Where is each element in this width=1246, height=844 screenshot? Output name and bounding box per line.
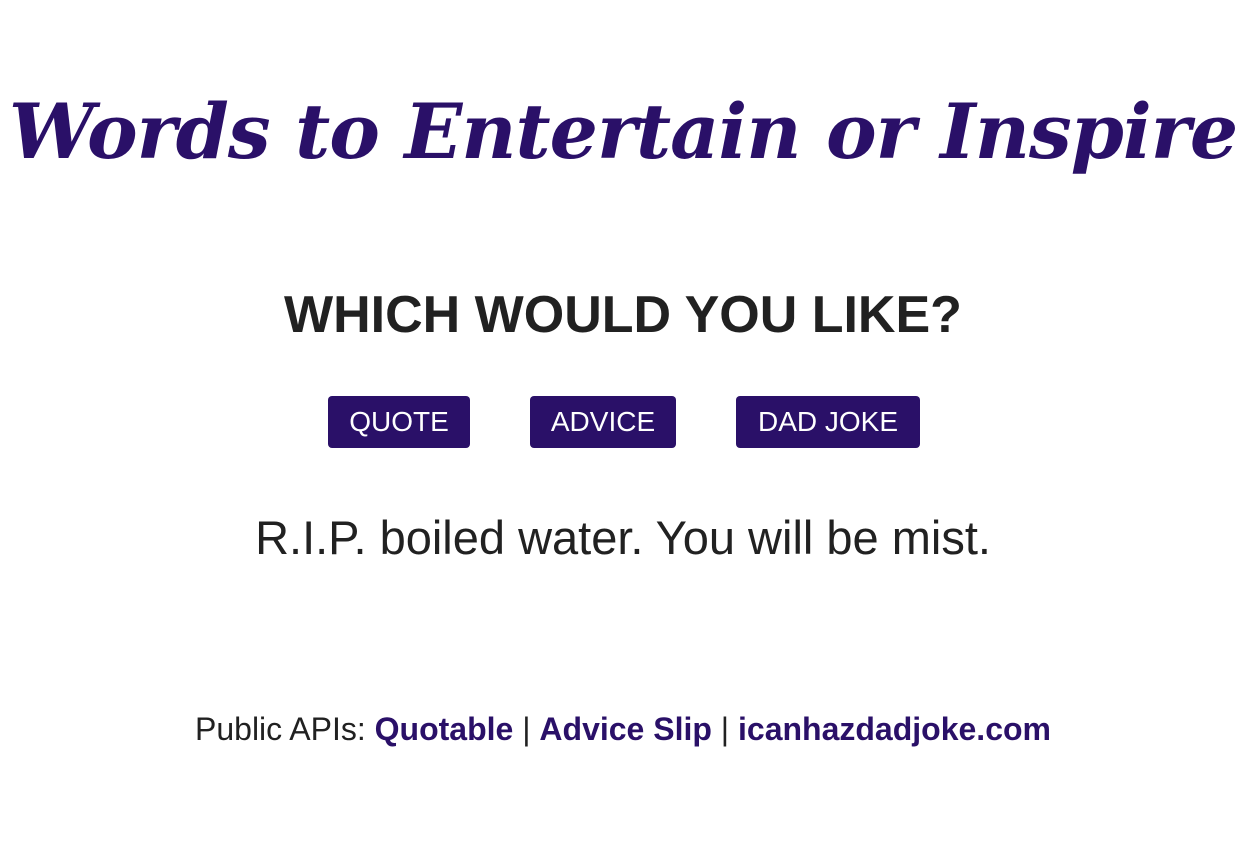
dad-joke-button[interactable]: DAD JOKE	[736, 396, 920, 448]
icanhazdadjoke-link[interactable]: icanhazdadjoke.com	[738, 711, 1051, 747]
footer-prefix: Public APIs:	[195, 711, 366, 747]
quotable-link[interactable]: Quotable	[375, 711, 514, 747]
footer-separator: |	[522, 711, 531, 747]
result-text: R.I.P. boiled water. You will be mist.	[255, 511, 991, 564]
quote-button[interactable]: QUOTE	[328, 396, 470, 448]
advice-slip-link[interactable]: Advice Slip	[539, 711, 712, 747]
advice-button[interactable]: ADVICE	[530, 396, 676, 448]
footer-separator: |	[720, 711, 730, 747]
question-heading: WHICH WOULD YOU LIKE?	[284, 286, 962, 344]
footer-credits: Public APIs: Quotable | Advice Slip | ic…	[0, 708, 1246, 750]
site-title: Words to Entertain or Inspire	[8, 87, 1238, 176]
page: Words to Entertain or Inspire WHICH WOUL…	[0, 0, 1246, 844]
